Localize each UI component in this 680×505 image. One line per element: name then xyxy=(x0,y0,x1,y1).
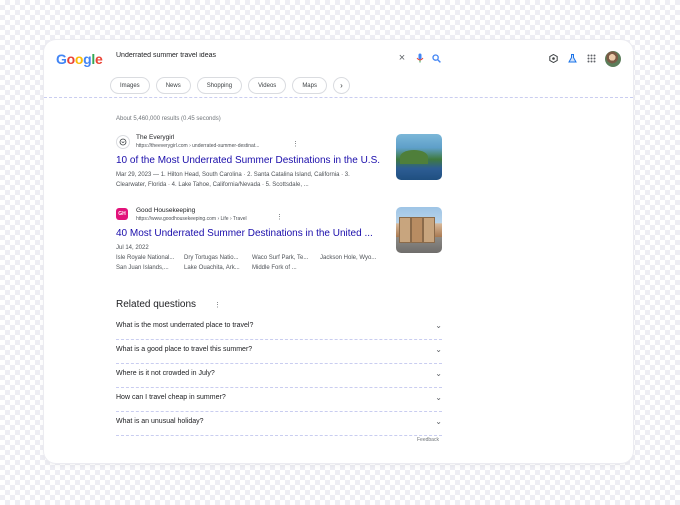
chevron-down-icon: ⌄ xyxy=(435,321,442,330)
sitelink[interactable]: Middle Fork of ... xyxy=(252,263,297,273)
more-options-icon[interactable]: ⋮ xyxy=(276,214,283,221)
related-question[interactable]: Where is it not crowded in July? ⌄ xyxy=(116,364,442,388)
result-stats: About 5,460,000 results (0.45 seconds) xyxy=(116,116,221,122)
sitelinks-row: Isle Royale National... Dry Tortugas Nat… xyxy=(116,253,396,263)
result-snippet: Mar 29, 2023 — 1. Hilton Head, South Car… xyxy=(116,170,396,190)
search-input[interactable] xyxy=(116,52,376,59)
related-question[interactable]: What is the most underrated place to tra… xyxy=(116,316,442,340)
question-text: What is an unusual holiday? xyxy=(116,418,204,425)
chip-maps[interactable]: Maps xyxy=(292,77,327,94)
divider xyxy=(116,435,442,436)
site-url[interactable]: https://www.goodhousekeeping.com › Life … xyxy=(136,216,247,222)
result-date: Jul 14, 2022 xyxy=(116,245,149,251)
result-title-link[interactable]: 10 of the Most Underrated Summer Destina… xyxy=(116,155,380,166)
chevron-down-icon: ⌄ xyxy=(435,393,442,402)
chip-news[interactable]: News xyxy=(155,77,191,94)
site-name: Good Housekeeping xyxy=(136,207,196,214)
sitelink[interactable]: Lake Ouachita, Ark... xyxy=(184,263,240,273)
sitelink[interactable]: Waco Surf Park, Te... xyxy=(252,253,308,263)
sitelink[interactable]: San Juan Islands,... xyxy=(116,263,169,273)
site-favicon-icon: GH xyxy=(116,208,128,220)
chip-videos[interactable]: Videos xyxy=(248,77,287,94)
logo-letter: G xyxy=(56,51,67,67)
chip-images[interactable]: Images xyxy=(110,77,150,94)
chevron-down-icon: ⌄ xyxy=(435,345,442,354)
clear-icon[interactable]: × xyxy=(396,52,408,64)
related-question[interactable]: How can I travel cheap in summer? ⌄ xyxy=(116,388,442,412)
logo-letter: o xyxy=(66,51,76,67)
chevron-down-icon: ⌄ xyxy=(435,369,442,378)
header-divider xyxy=(44,97,633,98)
related-question[interactable]: What is an unusual holiday? ⌄ xyxy=(116,412,442,436)
logo-letter: g xyxy=(83,51,92,67)
result-thumbnail[interactable] xyxy=(396,134,442,180)
flask-icon[interactable] xyxy=(565,50,579,66)
more-options-icon[interactable]: ⋮ xyxy=(214,301,221,309)
logo-letter: o xyxy=(74,51,84,67)
result-title-link[interactable]: 40 Most Underrated Summer Destinations i… xyxy=(116,228,373,239)
site-url[interactable]: https://theeverygirl.com › underrated-su… xyxy=(136,143,259,149)
mic-icon[interactable] xyxy=(414,52,426,64)
apps-grid-icon[interactable] xyxy=(584,50,598,66)
question-text: What is the most underrated place to tra… xyxy=(116,322,254,329)
account-avatar[interactable] xyxy=(605,51,621,67)
site-name: The Everygirl xyxy=(136,134,175,141)
browser-window: Google × Images News Shopping Videos Map… xyxy=(44,40,633,463)
logo-letter: e xyxy=(94,51,103,67)
more-options-icon[interactable]: ⋮ xyxy=(292,141,299,148)
sitelinks-row: San Juan Islands,... Lake Ouachita, Ark.… xyxy=(116,263,396,273)
question-text: How can I travel cheap in summer? xyxy=(116,394,226,401)
sitelink[interactable]: Dry Tortugas Natio... xyxy=(184,253,239,263)
search-filter-chips: Images News Shopping Videos Maps › xyxy=(110,77,350,94)
chevron-right-icon[interactable]: › xyxy=(332,77,350,94)
related-questions-heading: Related questions xyxy=(116,299,197,310)
question-text: What is a good place to travel this summ… xyxy=(116,346,253,353)
question-text: Where is it not crowded in July? xyxy=(116,370,215,377)
sitelink[interactable]: Jackson Hole, Wyo... xyxy=(320,253,376,263)
google-logo[interactable]: Google xyxy=(56,51,103,67)
search-bar: × xyxy=(110,49,450,69)
chip-shopping[interactable]: Shopping xyxy=(196,77,243,94)
related-question[interactable]: What is a good place to travel this summ… xyxy=(116,340,442,364)
sitelink[interactable]: Isle Royale National... xyxy=(116,253,174,263)
result-snippet: Jul 14, 2022 Isle Royale National... Dry… xyxy=(116,243,396,273)
result-thumbnail[interactable] xyxy=(396,207,442,253)
chevron-down-icon: ⌄ xyxy=(435,417,442,426)
snippet-line: Clearwater, Florida · 4. Lake Tahoe, Cal… xyxy=(116,182,309,188)
search-icon[interactable] xyxy=(430,52,442,64)
site-favicon-icon xyxy=(116,135,130,149)
labs-icon[interactable] xyxy=(546,50,560,66)
snippet-line: Mar 29, 2023 — 1. Hilton Head, South Car… xyxy=(116,172,350,178)
feedback-link[interactable]: Feedback xyxy=(417,437,439,443)
